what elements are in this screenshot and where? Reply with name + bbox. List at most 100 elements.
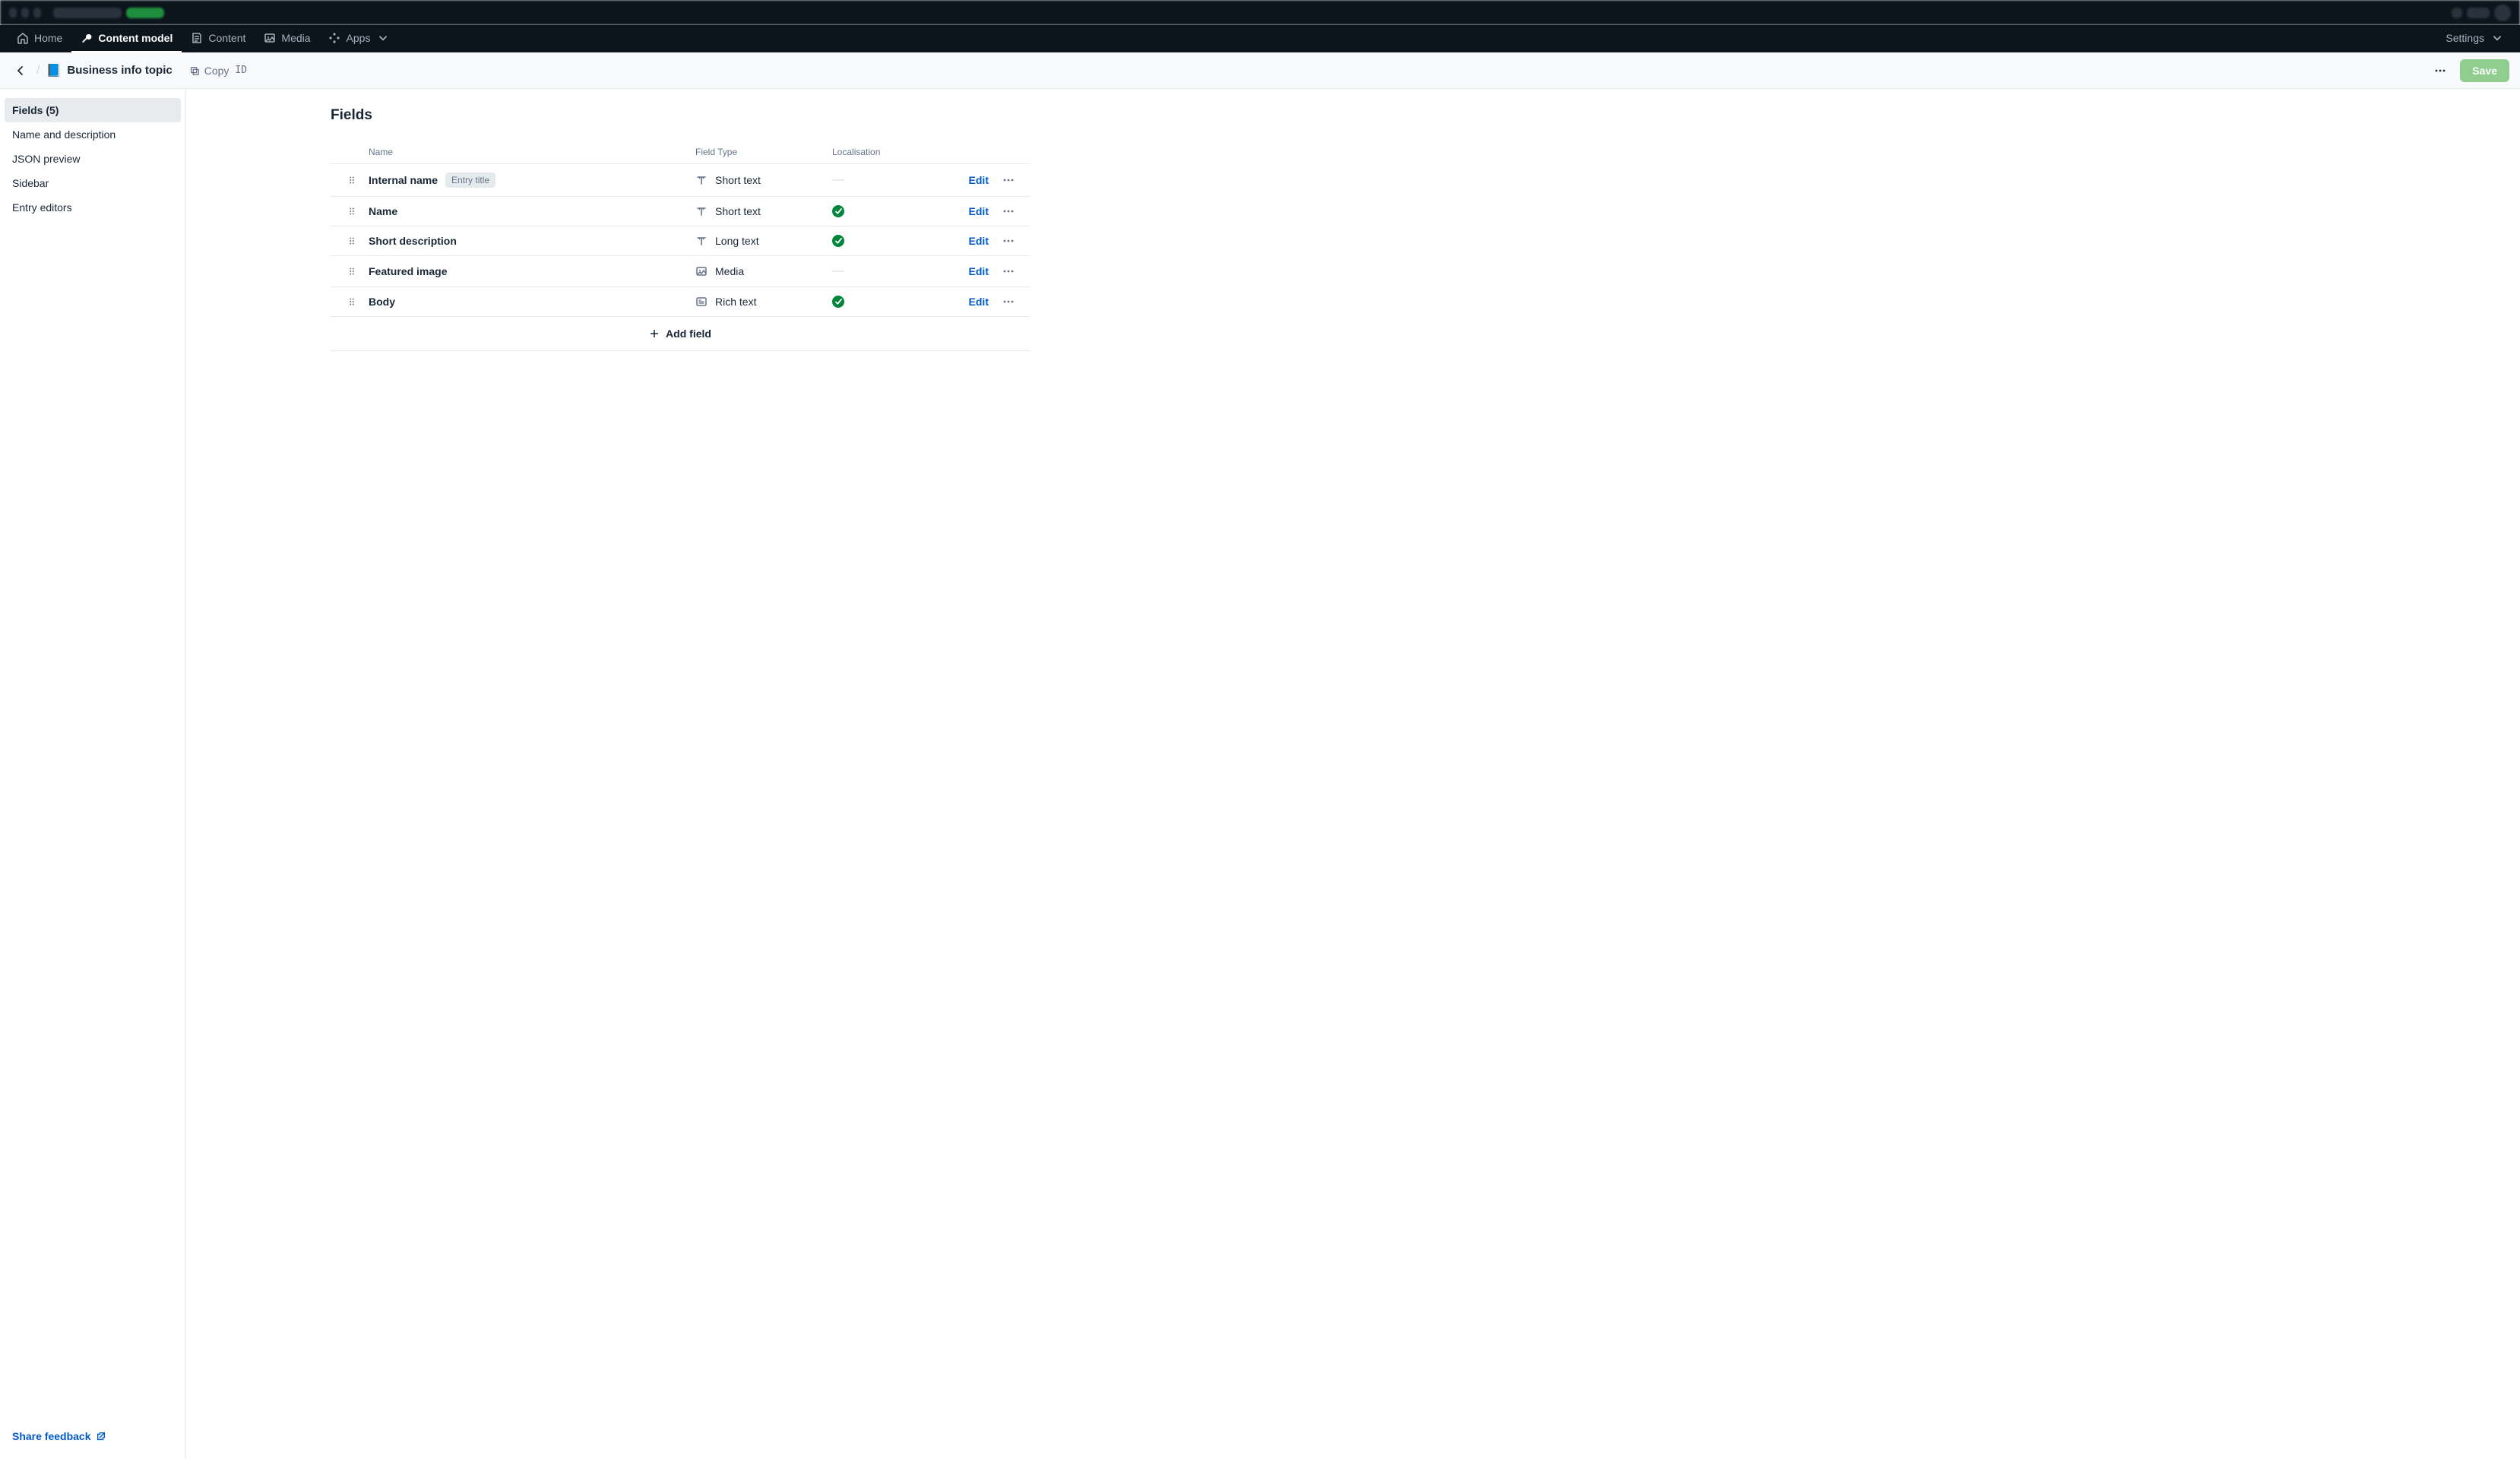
- field-name: Short description: [369, 235, 457, 247]
- add-field-label: Add field: [666, 328, 711, 340]
- table-row: Internal name Entry title Short text — Edit: [331, 164, 1030, 197]
- sidebar-item-label: Name and description: [12, 128, 116, 141]
- sidebar-item-name-and-description[interactable]: Name and description: [5, 122, 181, 147]
- table-row: Name Short text Edit: [331, 197, 1030, 226]
- arrow-left-icon: [14, 65, 27, 77]
- sidebar-item-label: Fields (5): [12, 104, 59, 116]
- nav-item-apps[interactable]: Apps: [320, 25, 399, 52]
- copy-icon: [189, 65, 200, 76]
- sidebar-item-label: Sidebar: [12, 177, 49, 189]
- drag-handle[interactable]: [335, 236, 369, 246]
- drag-icon: [347, 175, 357, 185]
- dots-horizontal-icon: [2434, 65, 2446, 77]
- main-content: Fields Name Field Type Localisation Inte…: [186, 89, 2520, 1459]
- os-bar: [0, 0, 2520, 25]
- nav-settings-label: Settings: [2446, 32, 2484, 44]
- main-nav: Home Content model Content Media Apps Settin…: [0, 25, 2520, 52]
- nav-settings[interactable]: Settings: [2436, 25, 2512, 52]
- col-name: Name: [369, 147, 695, 157]
- drag-handle[interactable]: [335, 296, 369, 307]
- field-type: Short text: [715, 174, 761, 186]
- nav-item-label: Home: [34, 32, 62, 44]
- drag-handle[interactable]: [335, 206, 369, 217]
- sidebar-item-label: Entry editors: [12, 201, 72, 214]
- sidebar-item-entry-editors[interactable]: Entry editors: [5, 195, 181, 220]
- back-button[interactable]: [11, 61, 30, 81]
- dots-horizontal-icon: [1002, 296, 1015, 308]
- localised-check-icon: [832, 235, 844, 247]
- page-more-button[interactable]: [2428, 59, 2452, 83]
- row-more-button[interactable]: [992, 265, 1025, 277]
- page-title: Business info topic: [67, 64, 172, 77]
- field-name: Internal name: [369, 174, 438, 186]
- entry-title-badge: Entry title: [445, 172, 495, 188]
- dots-horizontal-icon: [1002, 265, 1015, 277]
- sidebar: Fields (5) Name and description JSON previ…: [0, 89, 186, 1459]
- save-button[interactable]: Save: [2460, 59, 2509, 82]
- copy-id-button[interactable]: Copy ID: [185, 62, 252, 80]
- drag-icon: [347, 296, 357, 307]
- field-name: Featured image: [369, 265, 447, 277]
- sidebar-item-fields-5-[interactable]: Fields (5): [5, 98, 181, 122]
- dots-horizontal-icon: [1002, 205, 1015, 217]
- edit-field-button[interactable]: Edit: [923, 296, 992, 308]
- col-type: Field Type: [695, 147, 832, 157]
- home-icon: [17, 32, 29, 44]
- row-more-button[interactable]: [992, 296, 1025, 308]
- edit-field-button[interactable]: Edit: [923, 205, 992, 217]
- nav-item-label: Content: [208, 32, 245, 44]
- row-more-button[interactable]: [992, 205, 1025, 217]
- nav-item-label: Apps: [347, 32, 371, 44]
- row-more-button[interactable]: [992, 235, 1025, 247]
- drag-handle[interactable]: [335, 175, 369, 185]
- drag-icon: [347, 236, 357, 246]
- nav-item-label: Media: [281, 32, 310, 44]
- apps-icon: [329, 32, 341, 44]
- drag-handle[interactable]: [335, 266, 369, 277]
- field-type: Media: [715, 265, 744, 277]
- table-header: Name Field Type Localisation: [331, 141, 1030, 164]
- edit-field-button[interactable]: Edit: [923, 235, 992, 247]
- breadcrumb-separator: /: [36, 64, 40, 78]
- nav-item-content-model[interactable]: Content model: [71, 25, 182, 52]
- drag-icon: [347, 206, 357, 217]
- sidebar-item-json-preview[interactable]: JSON preview: [5, 147, 181, 171]
- sidebar-item-label: JSON preview: [12, 153, 80, 165]
- external-link-icon: [96, 1431, 106, 1442]
- table-row: BodyRich textEdit: [331, 287, 1030, 317]
- localised-dash: —: [832, 173, 844, 187]
- chevron-down-icon: [377, 32, 389, 44]
- col-localisation: Localisation: [832, 147, 923, 157]
- nav-item-home[interactable]: Home: [8, 25, 71, 52]
- nav-item-label: Content model: [98, 32, 173, 44]
- field-name: Name: [369, 205, 397, 217]
- add-field-button[interactable]: Add field: [331, 317, 1030, 351]
- media-icon: [264, 32, 276, 44]
- plus-icon: [649, 328, 660, 339]
- nav-item-media[interactable]: Media: [255, 25, 319, 52]
- row-more-button[interactable]: [992, 174, 1025, 186]
- sidebar-item-sidebar[interactable]: Sidebar: [5, 171, 181, 195]
- edit-field-button[interactable]: Edit: [923, 174, 992, 186]
- text-icon: [695, 174, 708, 186]
- text-icon: [695, 205, 708, 217]
- copy-id-code: ID: [235, 65, 247, 76]
- chevron-down-icon: [2491, 32, 2503, 44]
- share-feedback-link[interactable]: Share feedback: [12, 1430, 173, 1442]
- content-type-emoji: 📘: [46, 63, 61, 78]
- nav-item-content[interactable]: Content: [182, 25, 255, 52]
- content-icon: [191, 32, 203, 44]
- localised-check-icon: [832, 205, 844, 217]
- field-type: Rich text: [715, 296, 756, 308]
- dots-horizontal-icon: [1002, 174, 1015, 186]
- field-type: Long text: [715, 235, 759, 247]
- table-row: Short description Long text Edit: [331, 226, 1030, 256]
- field-type: Short text: [715, 205, 761, 217]
- table-row: Featured imageMedia—Edit: [331, 256, 1030, 287]
- fields-table: Name Field Type Localisation Internal na…: [331, 141, 1030, 351]
- copy-id-label: Copy: [204, 65, 230, 77]
- wrench-icon: [81, 32, 93, 44]
- share-feedback-label: Share feedback: [12, 1430, 91, 1442]
- edit-field-button[interactable]: Edit: [923, 265, 992, 277]
- drag-icon: [347, 266, 357, 277]
